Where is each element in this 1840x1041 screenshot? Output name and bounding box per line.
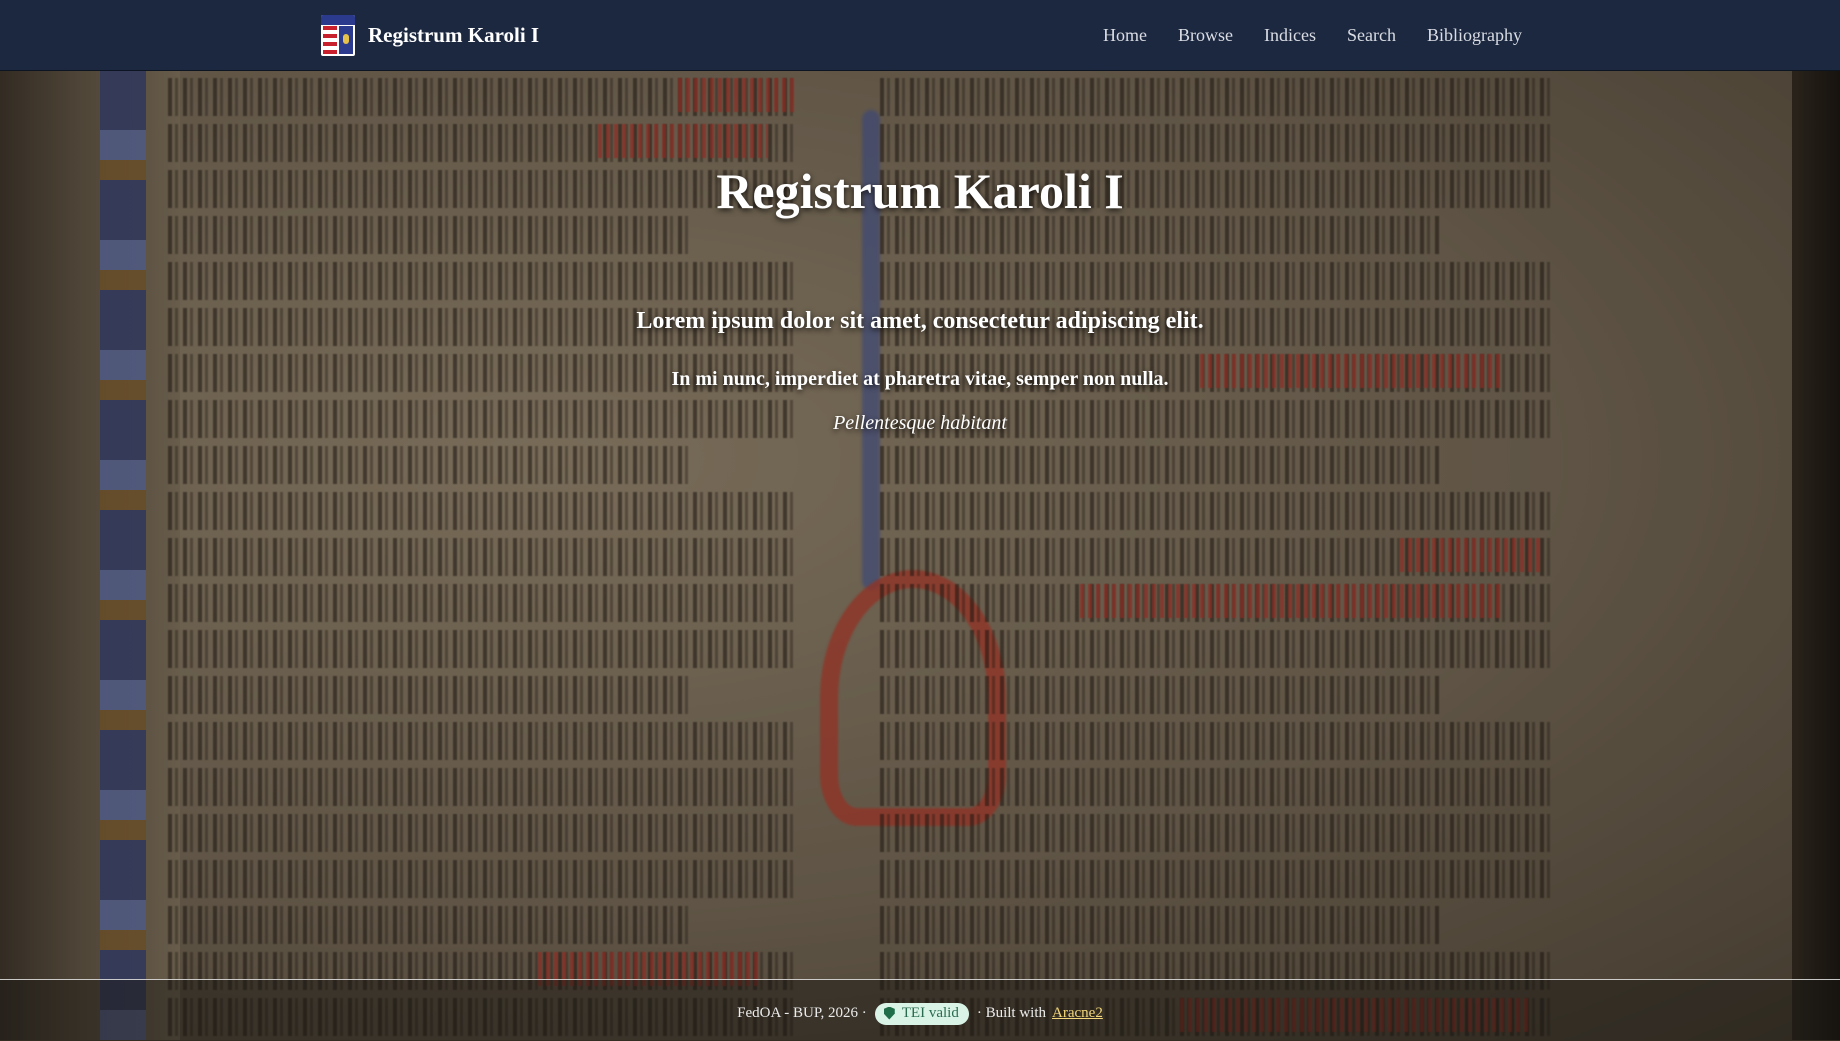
- tei-valid-label: TEI valid: [901, 1004, 959, 1021]
- top-navbar: Registrum Karoli I Home Browse Indices S…: [0, 0, 1840, 71]
- nav-link-browse[interactable]: Browse: [1178, 25, 1233, 45]
- main-nav: Home Browse Indices Search Bibliography: [1103, 0, 1522, 70]
- brand-home-link[interactable]: Registrum Karoli I: [321, 15, 539, 56]
- hero-subtitle: In mi nunc, imperdiet at pharetra vitae,…: [671, 368, 1169, 390]
- nav-link-search[interactable]: Search: [1347, 25, 1396, 45]
- page-footer: FedOA - BUP, 2026 · TEI valid · Built wi…: [0, 979, 1840, 1041]
- nav-link-home[interactable]: Home: [1103, 25, 1147, 45]
- aracne2-link[interactable]: Aracne2: [1052, 1005, 1103, 1022]
- hero-section: Registrum Karoli I Lorem ipsum dolor sit…: [0, 70, 1840, 980]
- coat-of-arms-icon: [321, 15, 355, 56]
- nav-link-bibliography[interactable]: Bibliography: [1427, 25, 1522, 45]
- tei-valid-badge: TEI valid: [874, 1002, 969, 1025]
- hero-title: Registrum Karoli I: [716, 163, 1124, 219]
- brand-title: Registrum Karoli I: [368, 23, 540, 47]
- hero-tagline: Pellentesque habitant: [833, 412, 1007, 434]
- nav-link-indices[interactable]: Indices: [1264, 25, 1316, 45]
- footer-built-with-text: · Built with: [976, 1005, 1047, 1021]
- shield-check-icon: [883, 1006, 895, 1020]
- hero-lead-text: Lorem ipsum dolor sit amet, consectetur …: [636, 308, 1204, 334]
- footer-copyright: FedOA - BUP, 2026 ·: [737, 1005, 867, 1021]
